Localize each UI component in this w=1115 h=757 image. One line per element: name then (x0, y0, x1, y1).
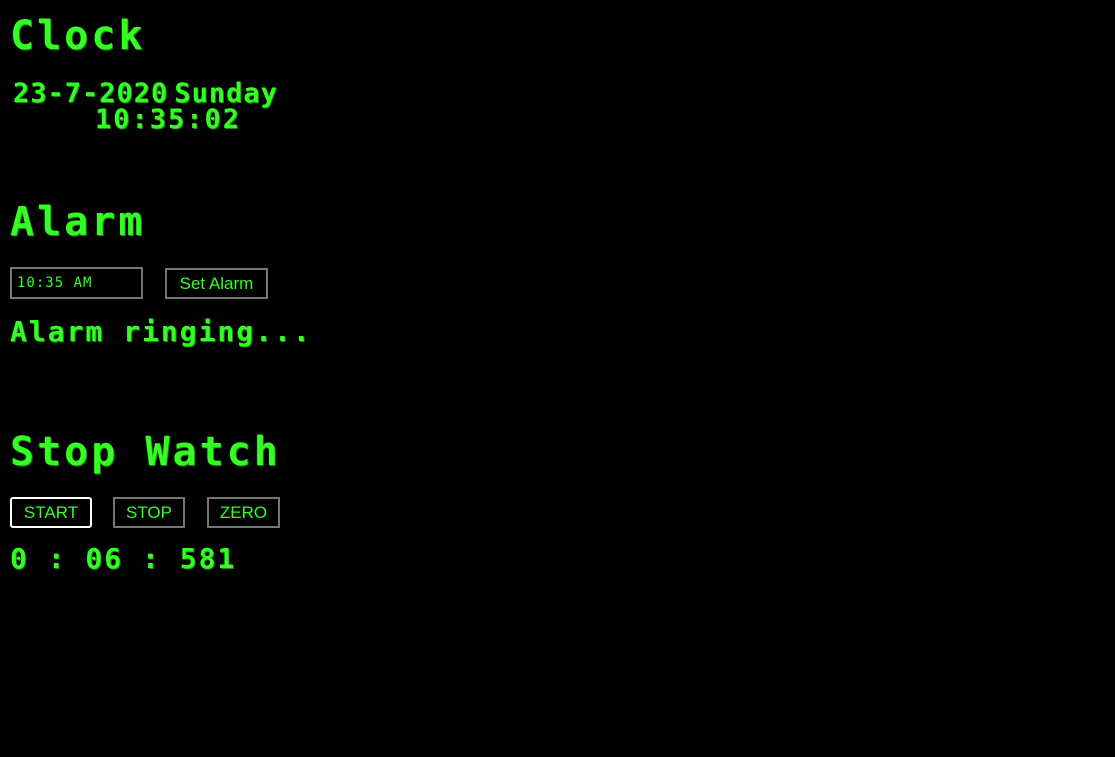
alarm-status-text: Alarm ringing... (10, 315, 312, 348)
alarm-time-input[interactable]: 10:35 AM (10, 267, 143, 299)
stopwatch-display: 0 : 06 : 581 (10, 542, 237, 575)
alarm-heading: Alarm (10, 199, 146, 245)
set-alarm-button[interactable]: Set Alarm (165, 268, 268, 299)
zero-button[interactable]: ZERO (207, 497, 280, 528)
stopwatch-heading: Stop Watch (10, 429, 281, 475)
start-button[interactable]: START (10, 497, 92, 528)
date-display: 23-7-2020 Sunday (13, 80, 278, 107)
stop-button[interactable]: STOP (113, 497, 185, 528)
time-display: 10:35:02 (95, 104, 242, 135)
clock-heading: Clock (10, 13, 146, 59)
